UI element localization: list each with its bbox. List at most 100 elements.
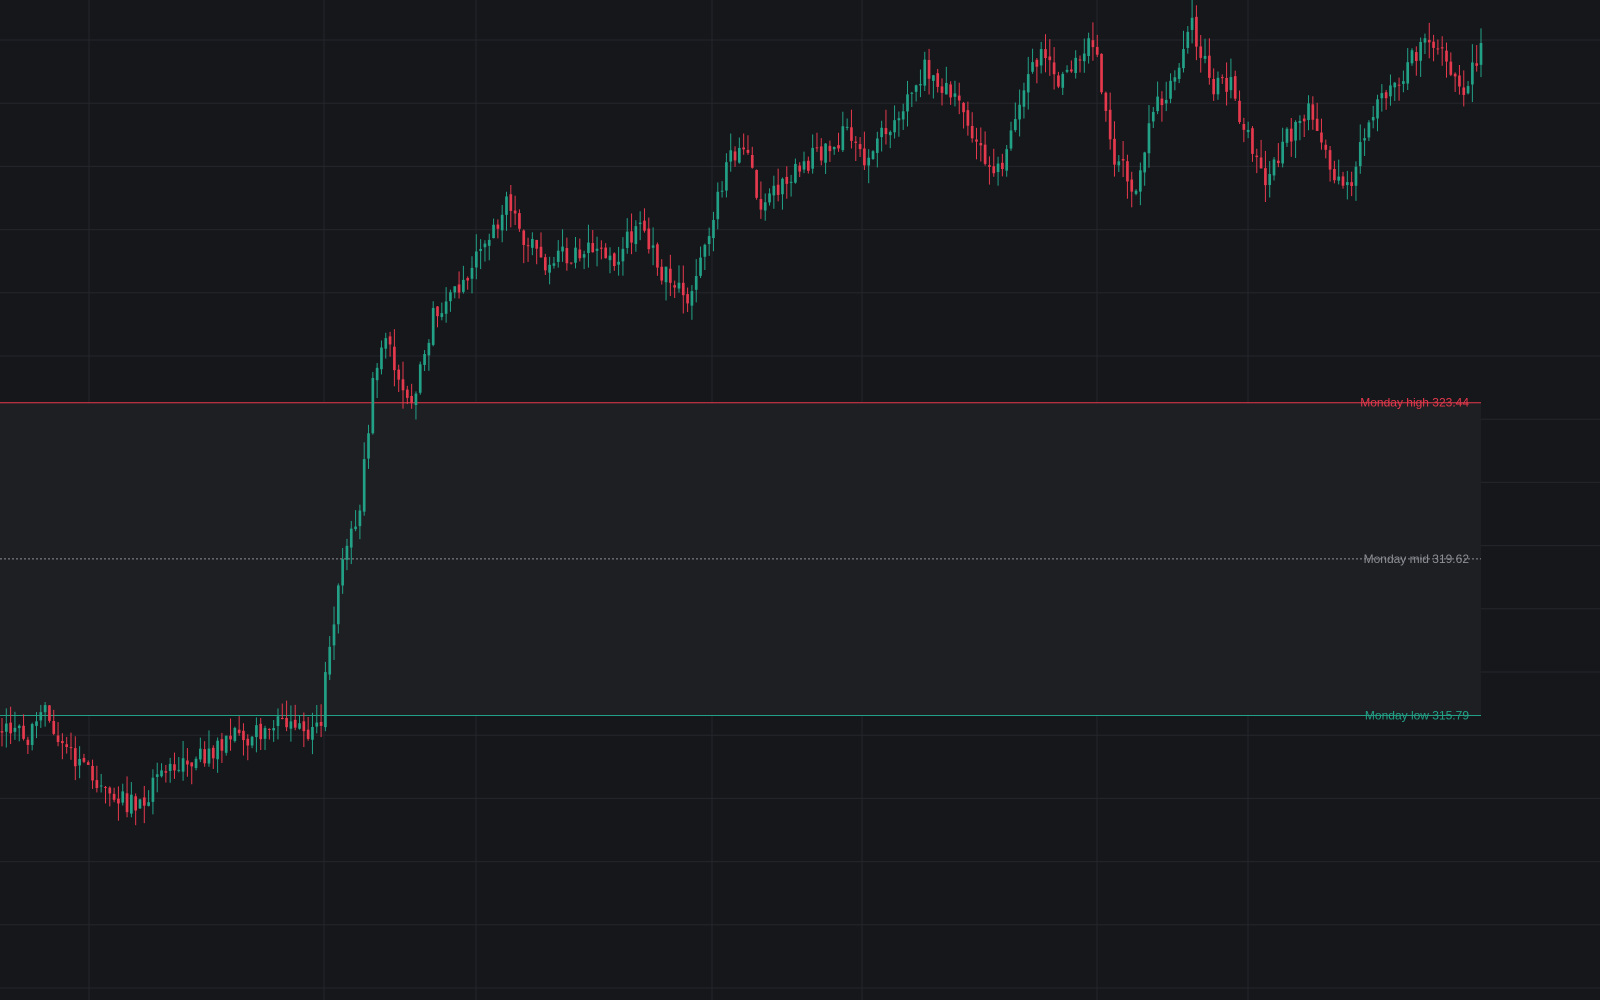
candle-body bbox=[73, 748, 77, 767]
candle-body bbox=[647, 228, 651, 250]
candle bbox=[1410, 48, 1414, 66]
candle-body bbox=[138, 799, 142, 809]
candle-body bbox=[224, 735, 228, 753]
candle-body bbox=[962, 102, 965, 113]
candle-body bbox=[315, 722, 319, 727]
candle-body bbox=[147, 802, 150, 806]
candle-body bbox=[371, 377, 375, 434]
candle-body bbox=[1402, 81, 1405, 84]
candle-body bbox=[725, 162, 728, 191]
candle-body bbox=[1406, 62, 1410, 84]
candle-body bbox=[699, 257, 702, 276]
candle-body bbox=[474, 251, 478, 268]
candle-body bbox=[1001, 162, 1004, 170]
candle-body bbox=[1151, 111, 1155, 122]
candle-body bbox=[82, 758, 86, 762]
candle-body bbox=[26, 739, 30, 745]
candle-body bbox=[927, 60, 931, 79]
candle-body bbox=[656, 244, 659, 268]
candle-body bbox=[1233, 76, 1237, 99]
candle-body bbox=[988, 165, 991, 167]
candle-body bbox=[1169, 80, 1172, 99]
candle-body bbox=[759, 199, 763, 210]
candle-body bbox=[220, 739, 224, 751]
candle-body bbox=[405, 389, 409, 398]
candle-body bbox=[561, 246, 564, 252]
candle-body bbox=[328, 646, 332, 675]
candle-body bbox=[819, 146, 823, 161]
candle-body bbox=[449, 292, 452, 302]
candle-body bbox=[1203, 55, 1207, 59]
candle-body bbox=[733, 151, 737, 161]
candle-body bbox=[1039, 49, 1043, 66]
candle-body bbox=[1078, 59, 1082, 61]
candle-body bbox=[1440, 47, 1444, 49]
candle-body bbox=[932, 75, 935, 81]
candle-body bbox=[1061, 73, 1065, 88]
candle-body bbox=[828, 145, 832, 152]
candle-body bbox=[552, 263, 556, 266]
candle-body bbox=[1277, 160, 1280, 164]
candle-body bbox=[1289, 128, 1293, 142]
candle-body bbox=[9, 722, 12, 734]
candle-body bbox=[608, 255, 612, 261]
candle-body bbox=[772, 185, 776, 196]
candle-body bbox=[483, 243, 487, 248]
candle-body bbox=[1419, 41, 1422, 61]
candle-body bbox=[1397, 84, 1401, 86]
candle-body bbox=[1427, 39, 1431, 43]
candle-body bbox=[117, 798, 120, 804]
candle-body bbox=[341, 559, 344, 586]
candle-body bbox=[694, 276, 698, 290]
candle-body bbox=[625, 231, 629, 248]
candle-body bbox=[556, 250, 560, 262]
candle-body bbox=[513, 210, 517, 214]
candle-body bbox=[785, 176, 789, 184]
candle-body bbox=[48, 705, 51, 721]
candle-body bbox=[1091, 40, 1095, 48]
candle-body bbox=[1414, 52, 1418, 62]
candle-body bbox=[1065, 69, 1069, 72]
candle-body bbox=[1389, 85, 1392, 97]
candle-body bbox=[535, 239, 539, 249]
candle-body bbox=[466, 278, 470, 281]
candle bbox=[48, 705, 51, 723]
candle-body bbox=[13, 727, 17, 732]
candle-body bbox=[677, 282, 681, 289]
candle-body bbox=[410, 395, 413, 404]
candle-body bbox=[1285, 128, 1289, 143]
candle-body bbox=[1358, 142, 1362, 167]
candle-body bbox=[1108, 109, 1112, 140]
candle-body bbox=[776, 184, 780, 195]
candle-body bbox=[966, 110, 970, 126]
candle-body bbox=[1341, 176, 1345, 186]
candle-body bbox=[1229, 77, 1233, 91]
candle-body bbox=[1302, 118, 1306, 122]
candle-body bbox=[393, 346, 396, 371]
candle-body bbox=[798, 165, 802, 172]
candle-body bbox=[548, 264, 551, 273]
candle-body bbox=[17, 725, 21, 729]
candle-body bbox=[1436, 48, 1440, 50]
candle-body bbox=[768, 193, 771, 203]
candle-body bbox=[1320, 132, 1323, 143]
candle-body bbox=[910, 92, 914, 94]
candle-body bbox=[712, 220, 715, 239]
candle-body bbox=[142, 797, 146, 806]
candle-body bbox=[1371, 117, 1375, 121]
candle-body bbox=[4, 723, 8, 732]
candle-body bbox=[781, 178, 784, 195]
candle-body bbox=[1134, 190, 1138, 194]
candle-body bbox=[975, 139, 978, 142]
candle bbox=[233, 726, 237, 743]
candle-body bbox=[1186, 31, 1190, 48]
candle-body bbox=[168, 763, 172, 771]
candle-body bbox=[1345, 182, 1349, 186]
candle-body bbox=[936, 73, 940, 87]
candle-body bbox=[1035, 59, 1039, 67]
candle-body bbox=[229, 735, 232, 740]
candle-body bbox=[104, 786, 107, 788]
candle-body bbox=[194, 758, 198, 769]
candle-body bbox=[108, 787, 112, 794]
candle-body bbox=[880, 127, 883, 138]
